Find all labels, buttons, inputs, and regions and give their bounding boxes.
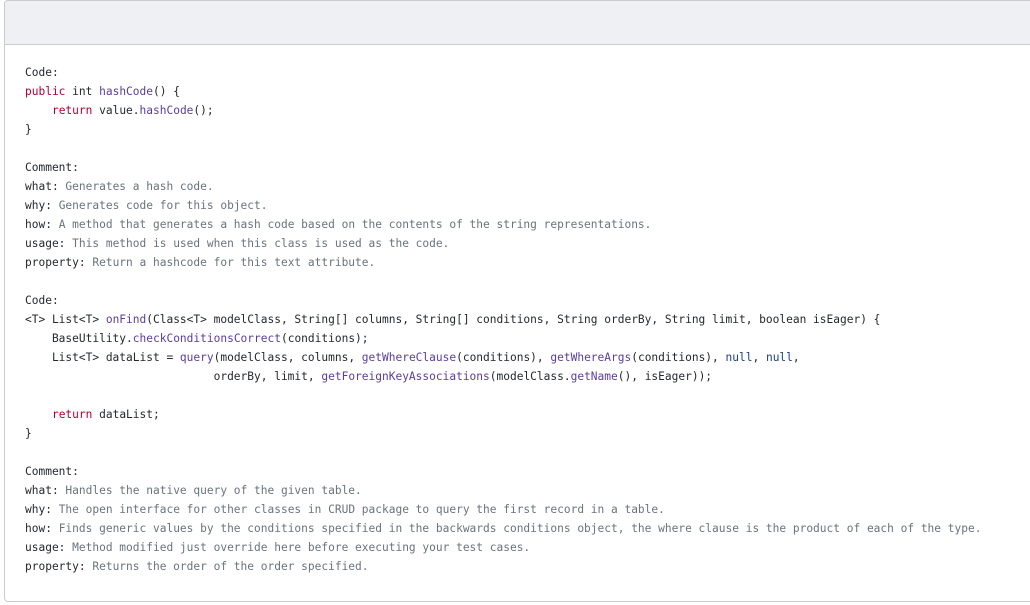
code-token: } [25, 427, 32, 440]
code-token: int [65, 85, 100, 98]
code-token: checkConditionsCorrect [132, 332, 281, 345]
code-label: Code: [25, 291, 1030, 310]
comment-line: usage: Method modified just override her… [25, 538, 1030, 557]
code-token: getName [570, 370, 618, 383]
code-token: public [25, 85, 66, 98]
comment-line: how: Finds generic values by the conditi… [25, 519, 1030, 538]
comment-key: what: [25, 484, 59, 497]
comment-line: usage: This method is used when this cla… [25, 234, 1030, 253]
comment-key: property: [25, 256, 86, 269]
code-token: (Class<T> modelClass, String[] columns, … [146, 313, 881, 326]
comment-key: property: [25, 560, 86, 573]
code-token: getForeignKeyAssociations [321, 370, 490, 383]
comment-key: what: [25, 180, 59, 193]
document-content: Code: public int hashCode() { return valu… [5, 45, 1030, 576]
code-token: getWhereClause [361, 351, 457, 364]
comment-key: how: [25, 522, 52, 535]
code-token: <T> List<T> [25, 313, 106, 326]
comment-key: usage: [25, 541, 66, 554]
comment-label-text: Comment: [25, 161, 79, 174]
comment-key: how: [25, 218, 52, 231]
document-frame: Code: public int hashCode() { return valu… [4, 0, 1030, 602]
code-token: (); [193, 104, 214, 117]
comment-value: Generates a hash code. [58, 180, 214, 193]
code-token: , [752, 351, 766, 364]
code-token: (modelClass. [489, 370, 571, 383]
code-token: () { [153, 85, 180, 98]
code-token: List<T> dataList = [25, 351, 180, 364]
comment-value: Generates code for this object. [51, 199, 268, 212]
code-token: (modelClass, columns, [213, 351, 362, 364]
comment-value: A method that generates a hash code base… [51, 218, 652, 231]
comment-line: property: Returns the order of the order… [25, 557, 1030, 576]
code-line: return dataList; [25, 405, 1030, 424]
comment-value: Return a hashcode for this text attribut… [85, 256, 376, 269]
code-label-text: Code: [25, 294, 59, 307]
comment-key: why: [25, 503, 52, 516]
comment-line: why: Generates code for this object. [25, 196, 1030, 215]
comment-key: why: [25, 199, 52, 212]
comment-line: what: Generates a hash code. [25, 177, 1030, 196]
comment-line: why: The open interface for other classe… [25, 500, 1030, 519]
code-token: (conditions); [280, 332, 369, 345]
code-token: getWhereArgs [550, 351, 632, 364]
code-line: } [25, 120, 1030, 139]
code-token: hashCode [99, 85, 153, 98]
comment-line: what: Handles the native query of the gi… [25, 481, 1030, 500]
comment-line: how: A method that generates a hash code… [25, 215, 1030, 234]
comment-key: usage: [25, 237, 66, 250]
code-label-text: Code: [25, 66, 59, 79]
code-line: List<T> dataList = query(modelClass, col… [25, 348, 1030, 367]
code-token: value. [92, 104, 140, 117]
comment-label-text: Comment: [25, 465, 79, 478]
code-line: BaseUtility.checkConditionsCorrect(condi… [25, 329, 1030, 348]
comment-value: This method is used when this class is u… [65, 237, 450, 250]
code-line: orderBy, limit, getForeignKeyAssociation… [25, 367, 1030, 386]
comment-value: Returns the order of the order specified… [85, 560, 369, 573]
comment-line: property: Return a hashcode for this tex… [25, 253, 1030, 272]
code-token: dataList; [92, 408, 160, 421]
code-line: } [25, 424, 1030, 443]
code-token: return [51, 408, 93, 421]
code-line: public int hashCode() { [25, 82, 1030, 101]
document-header [5, 1, 1030, 45]
code-line: return value.hashCode(); [25, 101, 1030, 120]
code-token: (), isEager)); [617, 370, 713, 383]
code-line: <T> List<T> onFind(Class<T> modelClass, … [25, 310, 1030, 329]
comment-label: Comment: [25, 462, 1030, 481]
code-token: BaseUtility. [25, 332, 133, 345]
comment-label: Comment: [25, 158, 1030, 177]
code-token: return [51, 104, 93, 117]
code-token: query [179, 351, 214, 364]
comment-value: Finds generic values by the conditions s… [51, 522, 982, 535]
code-token: onFind [105, 313, 147, 326]
code-label: Code: [25, 63, 1030, 82]
code-token: , [792, 351, 800, 364]
code-token: (conditions), [456, 351, 551, 364]
code-token: null [725, 351, 753, 364]
code-token: (conditions), [631, 351, 726, 364]
code-token: null [765, 351, 793, 364]
code-token: orderBy, limit, [25, 370, 322, 383]
comment-value: Method modified just override here befor… [65, 541, 531, 554]
code-token: } [25, 123, 32, 136]
comment-value: Handles the native query of the given ta… [58, 484, 362, 497]
code-token: hashCode [139, 104, 194, 117]
comment-value: The open interface for other classes in … [51, 503, 665, 516]
